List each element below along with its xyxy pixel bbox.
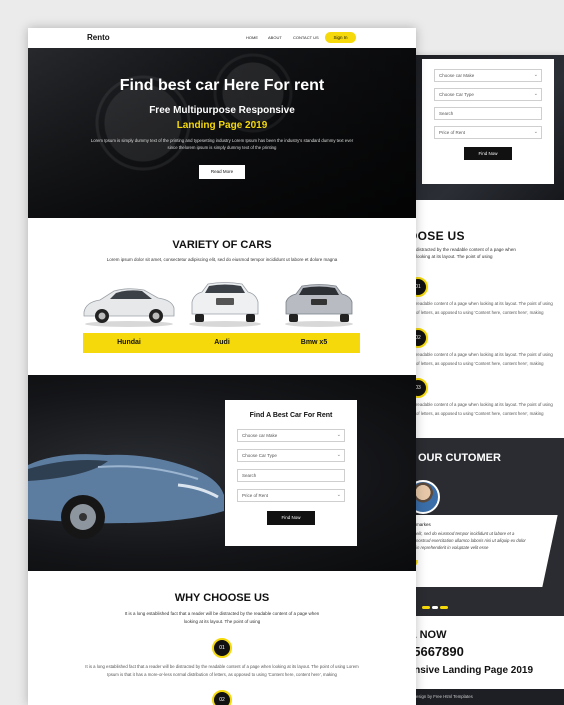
why-description: It is a long established fact that a rea… [124, 611, 320, 624]
variety-title: VARIETY OF CARS [172, 239, 272, 251]
price-select[interactable]: Price of Rent ⌄ [237, 489, 345, 502]
right-why-title: OOSE US [408, 229, 465, 243]
right-make-label: Choose car Make [439, 73, 475, 78]
search-placeholder: Search [242, 473, 257, 478]
number-badge: 02 [212, 690, 232, 705]
right-item-line: readable content of a page when looking … [416, 352, 553, 357]
car-label-bmw[interactable]: Bmw x5 [268, 339, 360, 346]
car-make-select[interactable]: Choose car Make ⌄ [237, 429, 345, 442]
testimonial-section: OUR CUTOMER markes elit, sed do eiusmod … [398, 438, 564, 616]
why-title: WHY CHOOSE US [174, 592, 270, 604]
why-item-text: It is a long established fact that a rea… [85, 664, 359, 677]
hero-subtitle-accent: Landing Page 2019 [176, 120, 268, 131]
car-type-label: Choose Car Type [242, 453, 277, 458]
chevron-down-icon: ⌄ [336, 452, 341, 458]
hero-description: Lorem Ipsum is simply dummy text of the … [90, 138, 354, 150]
testimonial-title: OUR CUTOMER [418, 452, 501, 464]
right-price-label: Price of Rent [439, 130, 466, 135]
find-now-button[interactable]: Find Now [267, 511, 315, 525]
right-make-select[interactable]: Choose car Make ⌄ [434, 69, 542, 82]
right-item-line: readable content of a page when looking … [416, 402, 553, 407]
right-find-form: Choose car Make ⌄ Choose Car Type ⌄ Search… [422, 59, 554, 184]
right-type-select[interactable]: Choose Car Type ⌄ [434, 88, 542, 101]
sports-car-image [28, 454, 224, 539]
right-search-input[interactable]: Search [434, 107, 542, 120]
carousel-dot[interactable] [432, 606, 438, 609]
right-type-label: Choose Car Type [439, 92, 474, 97]
search-input[interactable]: Search [237, 469, 345, 482]
nav-link-about[interactable]: ABOUT [268, 35, 282, 40]
right-page-preview: Choose car Make ⌄ Choose Car Type ⌄ Search… [398, 55, 564, 705]
right-item-line: of letters, as opposed to using 'Content… [416, 361, 544, 366]
audi-car-image [189, 282, 261, 327]
hero-section: Find best car Here For rent Free Multipu… [28, 48, 416, 218]
chevron-down-icon: ⌄ [533, 129, 538, 135]
main-page-preview: Rento HOME ABOUT CONTACT US Sign In Find… [28, 28, 416, 705]
testimonial-quote: elit, sed do eiusmod tempor incididunt u… [416, 531, 526, 550]
price-label: Price of Rent [242, 493, 269, 498]
right-item-line: readable content of a page when looking … [416, 301, 553, 306]
car-type-select[interactable]: Choose Car Type ⌄ [237, 449, 345, 462]
find-section-background [28, 375, 416, 571]
carousel-dots[interactable] [422, 596, 450, 614]
read-more-button[interactable]: Read More [199, 165, 245, 179]
chevron-down-icon: ⌄ [533, 72, 538, 78]
right-price-select[interactable]: Price of Rent ⌄ [434, 126, 542, 139]
chevron-down-icon: ⌄ [336, 432, 341, 438]
car-label-hyundai[interactable]: Hundai [83, 339, 175, 346]
nav-link-home[interactable]: HOME [246, 35, 258, 40]
hero-title: Find best car Here For rent [119, 77, 325, 94]
right-why-text: distracted by the readable content of a … [416, 247, 516, 259]
right-find-button[interactable]: Find Now [464, 147, 512, 160]
find-car-form: Find A Best Car For Rent Choose car Make… [225, 400, 357, 546]
chevron-down-icon: ⌄ [336, 492, 341, 498]
carousel-dot-active[interactable] [422, 606, 430, 609]
nav-link-contact[interactable]: CONTACT US [293, 35, 319, 40]
right-item-line: of letters, as opposed to using 'Content… [416, 310, 544, 315]
chevron-down-icon: ⌄ [533, 91, 538, 97]
footer-credit: esign by Free Html Templates [398, 689, 564, 705]
car-label-audi[interactable]: Audi [176, 339, 268, 346]
customer-name: markes [416, 522, 431, 527]
find-form-title: Find A Best Car For Rent [249, 412, 333, 419]
car-make-label: Choose car Make [242, 433, 278, 438]
bmw-car-image [285, 284, 353, 327]
hyundai-car-image [83, 288, 175, 327]
variety-description: Lorem ipsum dolor sit amet, consectetur … [106, 257, 338, 262]
logo[interactable]: Rento [87, 33, 110, 42]
sign-in-button[interactable]: Sign In [325, 32, 356, 43]
navbar: Rento HOME ABOUT CONTACT US Sign In [28, 28, 416, 48]
number-badge: 01 [212, 638, 232, 658]
right-search-placeholder: Search [439, 111, 454, 116]
landing-subtitle: onsive Landing Page 2019 [408, 665, 534, 676]
hero-subtitle: Free Multipurpose Responsive [149, 105, 295, 116]
right-item-line: of letters, as opposed to using 'Content… [416, 411, 544, 416]
carousel-dot[interactable] [440, 606, 448, 609]
